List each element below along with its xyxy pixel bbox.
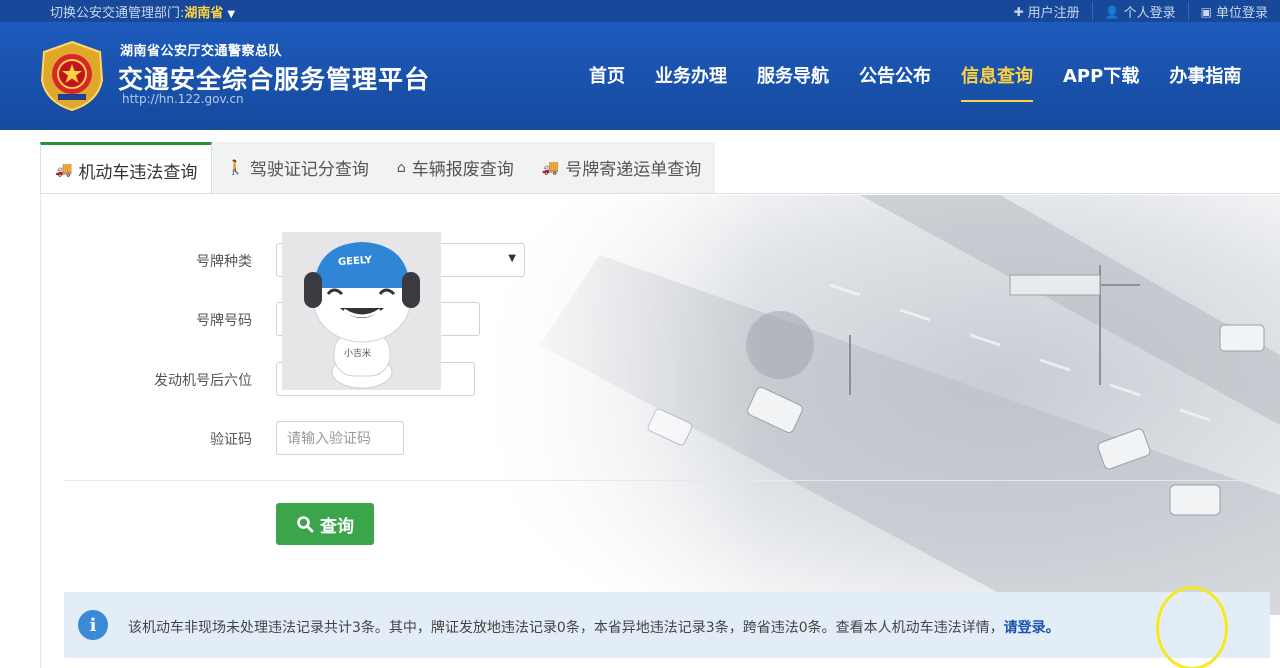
engine-number-label: 发动机号后六位 [154,373,252,389]
notice-message: 该机动车非现场未处理违法记录共计3条。其中，牌证发放地违法记录0条，本省异地违法… [128,617,1060,637]
captcha-input[interactable]: 请输入验证码 [276,421,404,455]
unit-login-label: 单位登录 [1215,6,1268,21]
query-button[interactable]: 查询 [276,503,374,545]
tab-divider [40,193,1280,194]
register-label: 用户注册 [1027,6,1080,21]
nav-business[interactable]: 业务办理 [640,62,742,102]
tab-label: 驾驶证记分查询 [249,160,369,180]
register-link[interactable]: ✚ 用户注册 [1002,2,1092,22]
region-prefix: 切换公安交通管理部门: [50,6,185,21]
info-icon: i [78,610,108,640]
plate-type-label: 号牌种类 [196,254,252,270]
caret-down-icon: ▼ [227,9,236,20]
form-divider [64,480,1280,481]
violation-notice: i 该机动车非现场未处理违法记录共计3条。其中，牌证发放地违法记录0条，本省异地… [64,592,1270,658]
captcha-label: 验证码 [210,432,252,448]
personal-login-label: 个人登录 [1123,6,1176,21]
nav-home[interactable]: 首页 [574,62,640,102]
plus-icon: ✚ [1013,4,1024,19]
tab-vehicle-violation[interactable]: 🚚 机动车违法查询 [40,142,213,195]
tab-plate-delivery[interactable]: 🚚 号牌寄递运单查询 [527,142,716,193]
query-tabs: 🚚 机动车违法查询 🚶 驾驶证记分查询 ⌂ 车辆报废查询 🚚 号牌寄递运单查询 [40,142,716,195]
building-icon: ▣ [1200,4,1212,19]
highlight-circle [1156,586,1228,668]
region-province: 湖南省 [184,6,224,21]
truck-icon: 🚚 [55,162,73,178]
brand-url: http://hn.122.gov.cn [122,92,244,106]
user-icon: 👤 [1104,4,1120,19]
nav-info-query[interactable]: 信息查询 [946,62,1048,102]
brand-subtitle: 湖南省公安厅交通警察总队 [120,44,283,59]
region-switcher[interactable]: 切换公安交通管理部门:湖南省 ▼ [50,2,235,21]
unit-login-link[interactable]: ▣ 单位登录 [1187,2,1280,21]
scrap-icon: ⌂ [396,159,406,176]
panel-left-border [40,194,41,668]
mascot-shirt-text: 小吉米 [344,349,372,359]
query-button-label: 查询 [320,516,354,537]
nav-guide[interactable]: 办事指南 [1154,62,1256,102]
tab-license-points[interactable]: 🚶 驾驶证记分查询 [212,142,383,193]
site-header: 湖南省公安厅交通警察总队 交通安全综合服务管理平台 http://hn.122.… [0,22,1280,130]
plate-number-label: 号牌号码 [196,313,252,329]
search-icon [297,516,314,533]
mascot-cap-text: GEELY [337,254,373,269]
brand-title: 交通安全综合服务管理平台 [118,65,431,94]
login-link[interactable]: 请登录。 [1004,620,1060,636]
tab-vehicle-scrap[interactable]: ⌂ 车辆报废查询 [382,142,528,193]
truck-icon: 🚚 [541,159,560,176]
account-links: ✚ 用户注册 👤 个人登录 ▣ 单位登录 [1002,2,1280,21]
main-nav: 首页 业务办理 服务导航 公告公布 信息查询 APP下载 办事指南 [574,62,1256,102]
road-background-image [480,195,1280,615]
nav-app-download[interactable]: APP下载 [1048,62,1154,102]
tab-label: 号牌寄递运单查询 [565,160,702,180]
captcha-placeholder: 请输入验证码 [287,431,371,447]
police-emblem-logo[interactable] [38,40,106,112]
tab-label: 机动车违法查询 [78,162,198,183]
notice-text: 该机动车非现场未处理违法记录共计3条。其中，牌证发放地违法记录0条，本省异地违法… [128,620,1004,636]
nav-announcements[interactable]: 公告公布 [844,62,946,102]
mascot-avatar-image: GEELY 小吉米 [282,232,441,390]
nav-service-guide[interactable]: 服务导航 [742,62,844,102]
person-icon: 🚶 [226,159,244,176]
tab-label: 车辆报废查询 [411,160,514,180]
top-utility-bar: 切换公安交通管理部门:湖南省 ▼ ✚ 用户注册 👤 个人登录 ▣ 单位登录 [0,0,1280,22]
dropdown-caret-icon: ▼ [508,253,516,264]
personal-login-link[interactable]: 👤 个人登录 [1091,2,1188,21]
